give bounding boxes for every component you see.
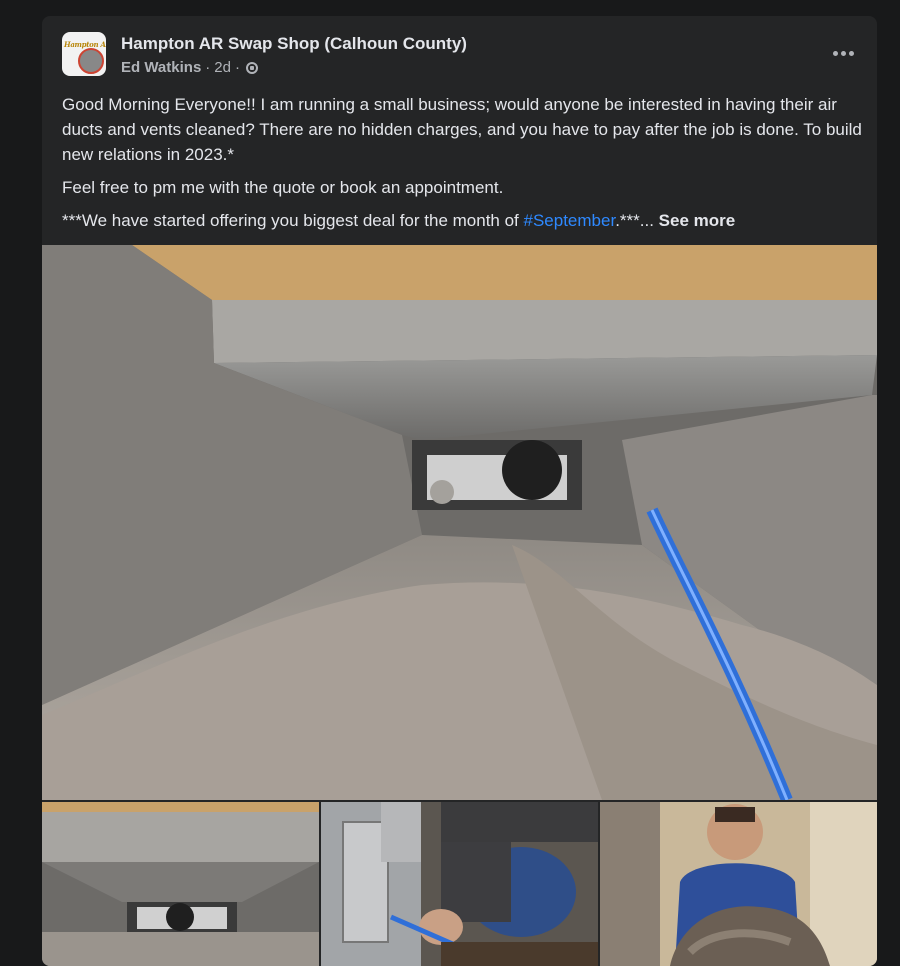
paragraph-3-start: ***We have started offering you biggest … (62, 211, 524, 230)
meta-separator: · (234, 59, 240, 76)
group-avatar[interactable]: Hampton AR (62, 32, 106, 76)
meta-separator: · (205, 59, 211, 76)
duct-thumbnail-illustration (42, 802, 319, 966)
post-meta: Ed Watkins · 2d · (121, 59, 258, 76)
more-horizontal-icon (840, 50, 846, 56)
post-paragraph-1: Good Morning Everyone!! I am running a s… (62, 95, 862, 164)
duct-photo-illustration (42, 245, 877, 800)
avatar-logo-text: Hampton AR (64, 40, 106, 49)
vent-install-illustration (321, 802, 598, 966)
thumbnail-photo-duct[interactable] (42, 802, 319, 966)
hashtag-link[interactable]: #September (524, 211, 616, 230)
post-card: Hampton AR Hampton AR Swap Shop (Calhoun… (42, 16, 877, 966)
post-timestamp[interactable]: 2d (214, 59, 231, 76)
post-paragraph-3: ***We have started offering you biggest … (62, 208, 862, 233)
main-photo-duct[interactable] (42, 245, 877, 800)
more-horizontal-icon (832, 50, 838, 56)
author-link[interactable]: Ed Watkins (121, 59, 201, 76)
post-text: Good Morning Everyone!! I am running a s… (62, 92, 862, 241)
post-paragraph-2: Feel free to pm me with the quote or boo… (62, 178, 504, 197)
see-more-link[interactable]: See more (659, 211, 736, 230)
avatar-photo (78, 48, 104, 74)
thumbnail-photo-technician[interactable] (600, 802, 877, 966)
group-name-link[interactable]: Hampton AR Swap Shop (Calhoun County) (121, 34, 467, 54)
technician-illustration (600, 802, 877, 966)
more-horizontal-icon (848, 50, 854, 56)
globe-icon (245, 61, 258, 74)
paragraph-3-end: .***... (615, 211, 659, 230)
thumbnail-photo-vent-install[interactable] (321, 802, 598, 966)
more-options-button[interactable] (825, 38, 861, 68)
